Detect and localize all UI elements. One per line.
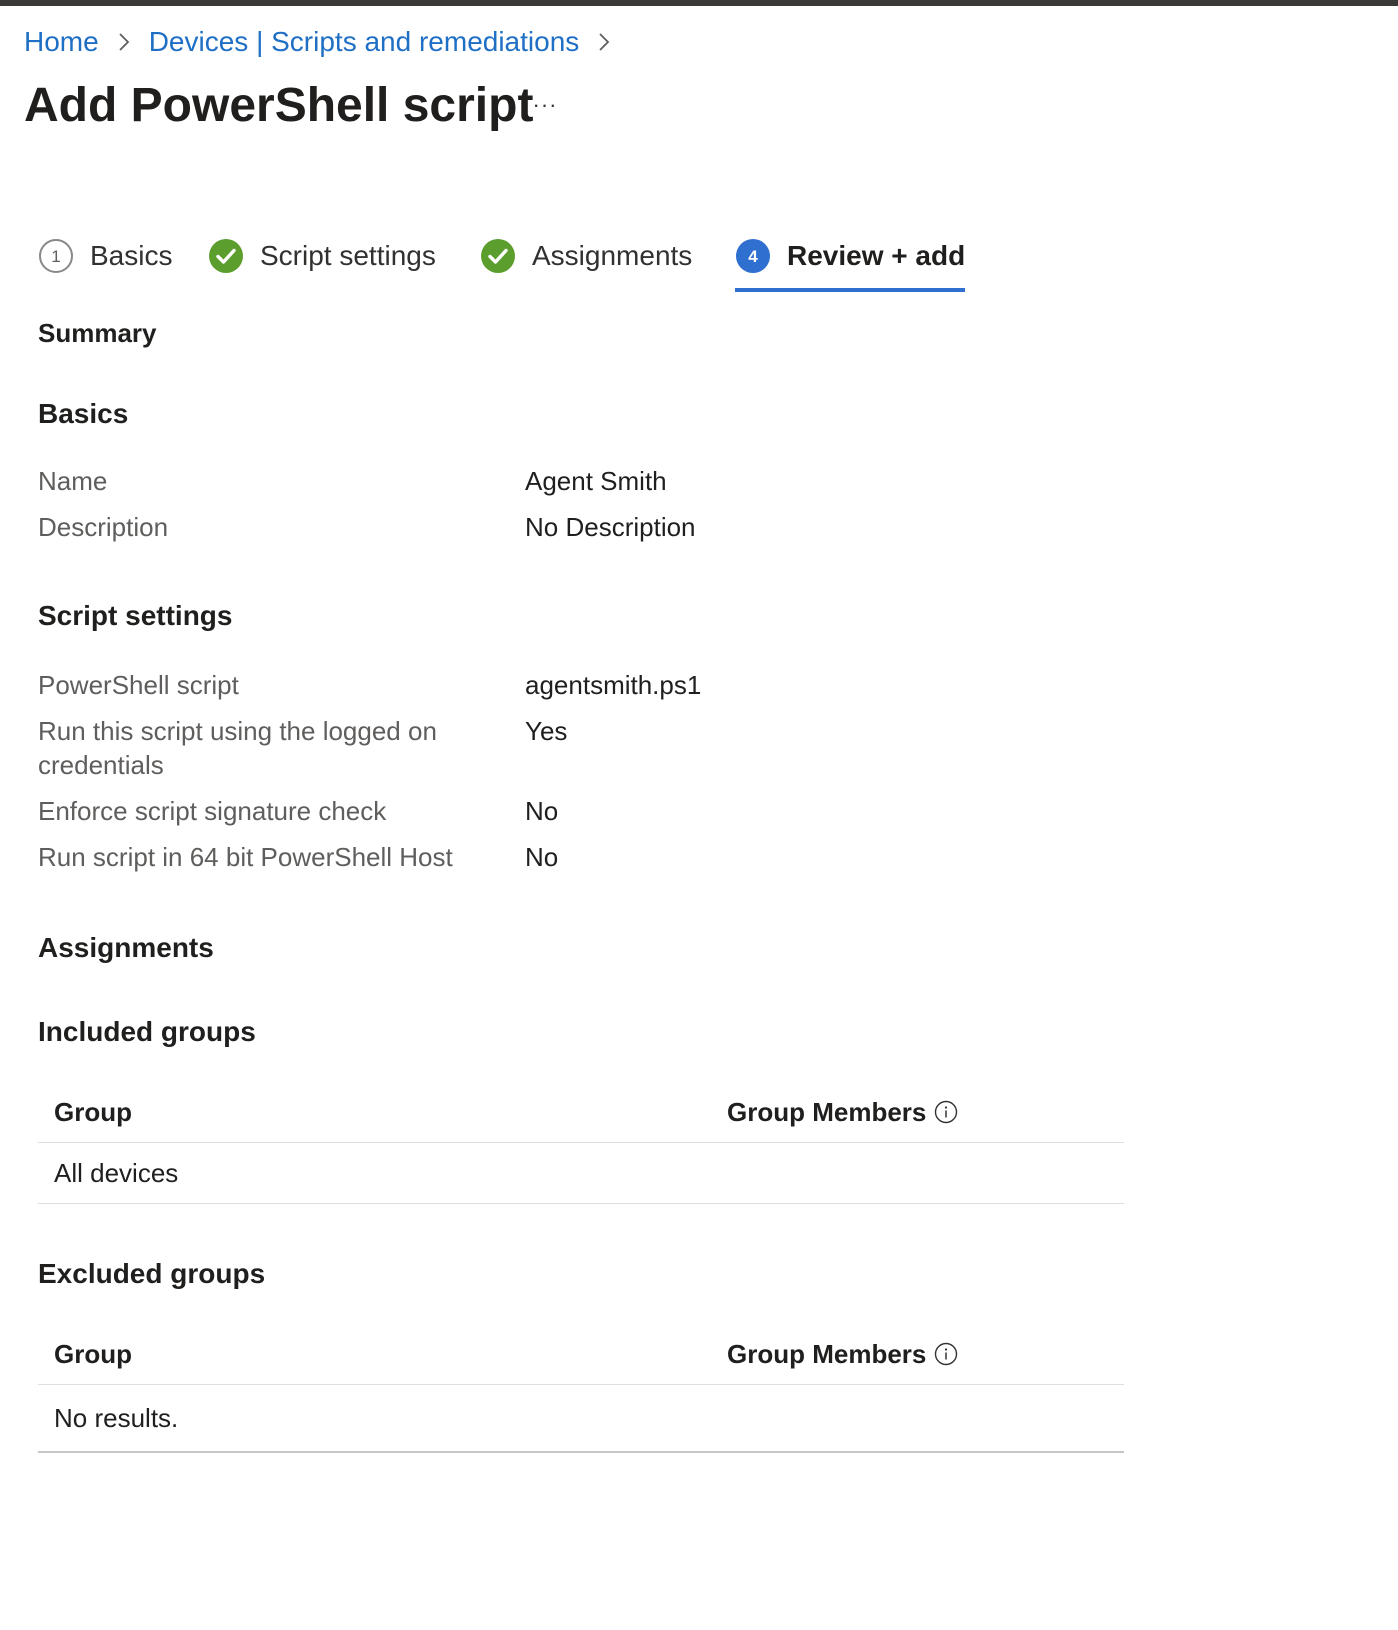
wizard-step-script-settings[interactable]: Script settings: [208, 230, 436, 288]
checkmark-circle-icon: [208, 238, 244, 274]
empty-results-row: No results.: [38, 1385, 1124, 1453]
wizard-step-label: Assignments: [532, 240, 693, 271]
field-value: No: [525, 796, 559, 826]
field-value: Yes: [525, 716, 568, 746]
summary-row-name: Name Agent Smith: [38, 464, 1118, 498]
column-header-group: Group: [54, 1096, 132, 1127]
wizard-step-label: Basics: [90, 240, 173, 271]
field-label: Run this script using the logged on cred…: [38, 716, 437, 780]
summary-row-64-bit-host: Run script in 64 bit PowerShell Host No: [38, 840, 1118, 874]
column-header-group-members: Group Members: [727, 1339, 958, 1370]
field-value: agentsmith.ps1: [525, 670, 702, 700]
breadcrumb: Home Devices | Scripts and remediations: [24, 24, 629, 60]
field-value: No: [525, 842, 559, 872]
summary-row-logged-on-credentials: Run this script using the logged on cred…: [38, 714, 1118, 782]
chevron-right-icon: [597, 31, 611, 53]
window-top-border: [0, 0, 1398, 6]
field-label: Enforce script signature check: [38, 796, 387, 826]
wizard-step-basics[interactable]: 1 Basics: [38, 230, 172, 288]
field-value: No Description: [525, 512, 696, 542]
column-header-label: Group Members: [727, 1096, 927, 1127]
column-header-group-members: Group Members: [727, 1097, 958, 1128]
included-groups-table: Group Group Members All devices: [38, 1082, 1124, 1204]
column-header-group: Group: [54, 1338, 132, 1369]
column-header-label: Group Members: [727, 1338, 927, 1369]
group-cell: All devices: [54, 1157, 179, 1188]
page-title: Add PowerShell script: [24, 79, 534, 132]
filled-circle-number-icon: 4: [735, 238, 771, 274]
no-results-text: No results.: [54, 1402, 179, 1433]
info-icon[interactable]: [934, 1342, 958, 1366]
basics-heading: Basics: [38, 398, 129, 429]
script-settings-heading: Script settings: [38, 600, 233, 631]
wizard-step-review-add[interactable]: 4 Review + add: [735, 230, 966, 292]
svg-text:4: 4: [748, 247, 758, 266]
breadcrumb-home-link[interactable]: Home: [24, 26, 99, 58]
wizard-step-label: Script settings: [260, 240, 436, 271]
svg-text:1: 1: [51, 247, 60, 266]
chevron-right-icon: [117, 31, 131, 53]
field-label: Run script in 64 bit PowerShell Host: [38, 842, 453, 872]
excluded-groups-table: Group Group Members No results.: [38, 1324, 1124, 1453]
summary-row-signature-check: Enforce script signature check No: [38, 794, 1118, 828]
table-row: All devices: [38, 1143, 1124, 1204]
breadcrumb-devices-link[interactable]: Devices | Scripts and remediations: [149, 26, 580, 58]
field-label: Name: [38, 466, 108, 496]
table-header: Group Group Members: [38, 1082, 1124, 1143]
field-label: Description: [38, 512, 169, 542]
table-header: Group Group Members: [38, 1324, 1124, 1385]
basics-summary: Name Agent Smith Description No Descript…: [38, 464, 1118, 556]
excluded-groups-heading: Excluded groups: [38, 1258, 266, 1289]
wizard-step-assignments[interactable]: Assignments: [480, 230, 692, 288]
included-groups-heading: Included groups: [38, 1016, 256, 1047]
summary-row-powershell-script: PowerShell script agentsmith.ps1: [38, 668, 1118, 702]
wizard-steps: 1 Basics Script settings Assignments 4 R…: [38, 230, 1038, 292]
checkmark-circle-icon: [480, 238, 516, 274]
field-value: Agent Smith: [525, 466, 667, 496]
summary-row-description: Description No Description: [38, 510, 1118, 544]
field-label: PowerShell script: [38, 670, 239, 700]
more-options-button[interactable]: ···: [528, 90, 562, 120]
info-icon[interactable]: [934, 1100, 958, 1124]
circle-number-icon: 1: [38, 238, 74, 274]
summary-heading: Summary: [38, 318, 157, 348]
wizard-step-label: Review + add: [787, 240, 966, 271]
script-settings-summary: PowerShell script agentsmith.ps1 Run thi…: [38, 668, 1118, 886]
assignments-heading: Assignments: [38, 932, 214, 963]
